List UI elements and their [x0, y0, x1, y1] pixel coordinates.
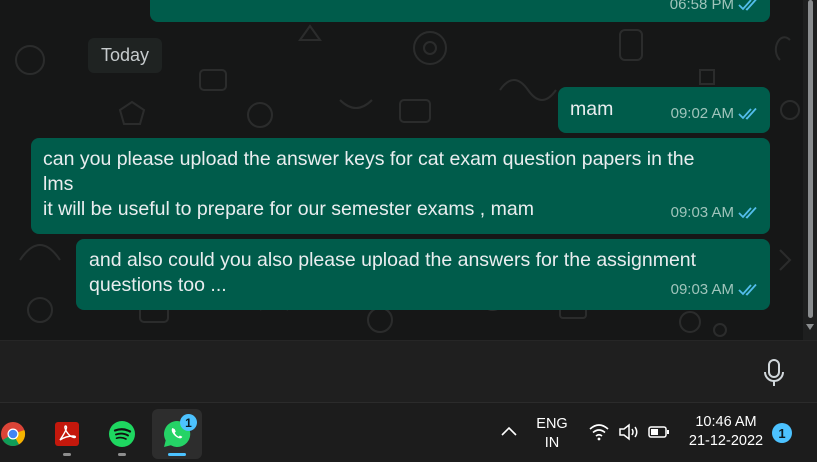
spotify-icon: [109, 421, 135, 447]
clock-date: 21-12-2022: [688, 433, 764, 449]
language-indicator[interactable]: ENG IN: [532, 415, 572, 453]
clock-time: 10:46 AM: [695, 414, 757, 430]
message-bubble-outgoing[interactable]: can you please upload the answer keys fo…: [31, 138, 770, 234]
notification-count-badge[interactable]: 1: [772, 423, 792, 443]
active-indicator: [168, 453, 186, 456]
taskbar-app-spotify[interactable]: [97, 409, 147, 459]
running-indicator: [118, 453, 126, 456]
taskbar-app-chrome[interactable]: [0, 409, 38, 459]
language-code: ENG: [536, 416, 568, 432]
message-bubble-outgoing[interactable]: 06:58 PM: [150, 0, 770, 22]
date-chip-label: Today: [100, 45, 150, 65]
chevron-up-icon[interactable]: [500, 425, 518, 437]
windows-taskbar: 1 ENG IN 10:46 AM 21-12-2022: [0, 402, 817, 462]
double-check-icon: [738, 107, 757, 120]
microphone-icon[interactable]: [761, 358, 787, 388]
chat-area[interactable]: 06:58 PM Today mam 09:02 AM can you plea…: [0, 0, 817, 340]
taskbar-app-acrobat[interactable]: [42, 409, 92, 459]
taskbar-app-whatsapp[interactable]: 1: [152, 409, 202, 459]
message-time: 09:02 AM: [671, 101, 758, 126]
running-indicator: [63, 453, 71, 456]
unread-badge: 1: [180, 414, 197, 431]
double-check-icon: [738, 283, 757, 296]
message-bubble-outgoing[interactable]: and also could you also please upload th…: [76, 239, 770, 310]
compose-bar: [0, 340, 817, 402]
scrollbar-thumb[interactable]: [808, 0, 813, 318]
wifi-icon[interactable]: [588, 423, 610, 441]
double-check-icon: [738, 206, 757, 219]
acrobat-icon: [55, 422, 79, 446]
date-divider-chip: Today: [88, 38, 162, 73]
scroll-down-arrow-icon[interactable]: [806, 324, 814, 330]
language-region: IN: [544, 435, 560, 451]
volume-icon[interactable]: [618, 423, 640, 441]
chat-scrollbar[interactable]: [803, 0, 817, 340]
double-check-icon: [738, 0, 757, 11]
clock[interactable]: 10:46 AM 21-12-2022: [684, 413, 768, 451]
message-text: and also could you also please upload th…: [89, 249, 697, 296]
message-bubble-outgoing[interactable]: mam 09:02 AM: [558, 87, 770, 133]
message-time: 06:58 PM: [670, 0, 758, 17]
battery-icon[interactable]: [648, 424, 670, 440]
message-text: can you please upload the answer keys fo…: [43, 148, 695, 220]
message-time: 09:03 AM: [671, 277, 758, 302]
message-time: 09:03 AM: [671, 200, 758, 225]
chrome-icon: [1, 422, 26, 447]
